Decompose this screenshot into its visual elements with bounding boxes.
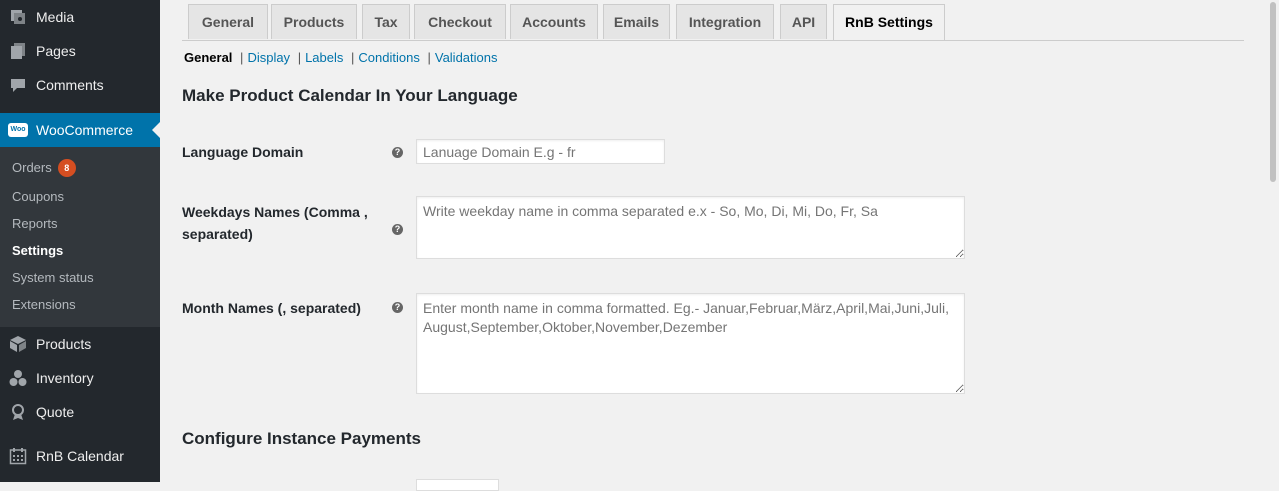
woocommerce-submenu: Orders 8 Coupons Reports Settings System… [0,147,160,327]
menu-item-comments[interactable]: Comments [0,68,160,102]
subnav-link-conditions[interactable]: Conditions [358,50,419,65]
pages-icon [8,41,28,61]
submenu-item-orders[interactable]: Orders 8 [12,158,76,178]
menu-item-woocommerce[interactable]: Woo WooCommerce [0,113,160,147]
tab-integration[interactable]: Integration [676,4,774,39]
submenu-item-reports[interactable]: Reports [12,214,58,234]
tab-products[interactable]: Products [271,4,357,39]
calendar-icon [8,446,28,466]
tab-general[interactable]: General [188,4,268,39]
menu-item-inventory[interactable]: Inventory [0,361,160,395]
menu-item-media[interactable]: Media [0,0,160,34]
month-names-textarea[interactable] [416,293,965,394]
media-icon [8,7,28,27]
submenu-item-label: System status [12,270,94,285]
help-tip-icon[interactable]: ? [392,224,403,235]
inventory-icon [8,368,28,388]
menu-item-label: Quote [36,404,75,420]
submenu-item-label: Settings [12,243,64,258]
tab-checkout[interactable]: Checkout [414,4,506,39]
subnav-link-display[interactable]: Display [247,50,290,65]
subnav-separator: | [297,50,302,65]
menu-item-label: Products [36,336,92,352]
section-subnav: General | Display | Labels | Conditions | Va… [184,50,498,65]
subnav-link-validations[interactable]: Validations [435,50,498,65]
menu-item-label: WooCommerce [36,122,133,138]
subnav-current-general[interactable]: General [184,50,232,65]
field-label-weekdays: Weekdays Names (Comma , separated) [182,204,368,242]
subnav-separator: | [351,50,355,65]
products-icon [8,334,28,354]
menu-item-pages[interactable]: Pages [0,34,160,68]
submenu-item-coupons[interactable]: Coupons [12,187,64,207]
tab-rnb-settings[interactable]: RnB Settings [833,4,945,40]
tab-tax[interactable]: Tax [362,4,410,39]
submenu-item-label: Reports [12,216,58,231]
subnav-separator: | [240,50,244,65]
woocommerce-icon: Woo [8,120,28,140]
subnav-link-labels[interactable]: Labels [305,50,343,65]
submenu-item-label: Coupons [12,189,65,204]
menu-item-label: Inventory [36,370,94,386]
section-title-language: Make Product Calendar In Your Language [182,86,518,105]
menu-item-quote[interactable]: Quote [0,395,160,429]
submenu-item-extensions[interactable]: Extensions [12,295,76,315]
submenu-item-system-status[interactable]: System status [12,268,94,288]
menu-item-rnb-calendar[interactable]: RnB Calendar [0,439,160,473]
settings-tabs: General Products Tax Checkout Accounts E… [182,4,1244,41]
woocommerce-logo-text: Woo [8,123,28,137]
menu-item-products[interactable]: Products [0,327,160,361]
field-label-language-domain: Language Domain [182,144,304,160]
scrollbar-thumb[interactable] [1270,2,1276,182]
tab-accounts[interactable]: Accounts [510,4,598,39]
orders-count-badge: 8 [57,159,76,177]
comments-icon [8,75,28,95]
weekdays-names-textarea[interactable] [416,196,965,259]
menu-item-label: RnB Calendar [36,448,124,464]
quote-icon [8,402,28,422]
tab-emails[interactable]: Emails [603,4,670,39]
submenu-item-label: Orders [12,160,52,175]
language-domain-input[interactable] [416,139,665,164]
tab-api[interactable]: API [780,4,827,39]
page-scrollbar[interactable] [1267,0,1279,482]
help-tip-icon[interactable]: ? [392,147,403,158]
submenu-item-settings[interactable]: Settings [12,241,63,261]
payments-first-input[interactable] [416,479,499,491]
menu-item-label: Comments [36,77,104,93]
submenu-item-label: Extensions [12,297,76,312]
section-title-payments: Configure Instance Payments [182,429,422,448]
admin-sidebar: Media Pages Comments Woo WooCommerce Ord… [0,0,160,482]
subnav-separator: | [427,50,431,65]
menu-item-label: Media [36,9,75,25]
menu-item-label: Pages [36,43,76,59]
help-tip-icon[interactable]: ? [392,302,403,313]
field-label-months: Month Names (, separated) [182,300,361,316]
